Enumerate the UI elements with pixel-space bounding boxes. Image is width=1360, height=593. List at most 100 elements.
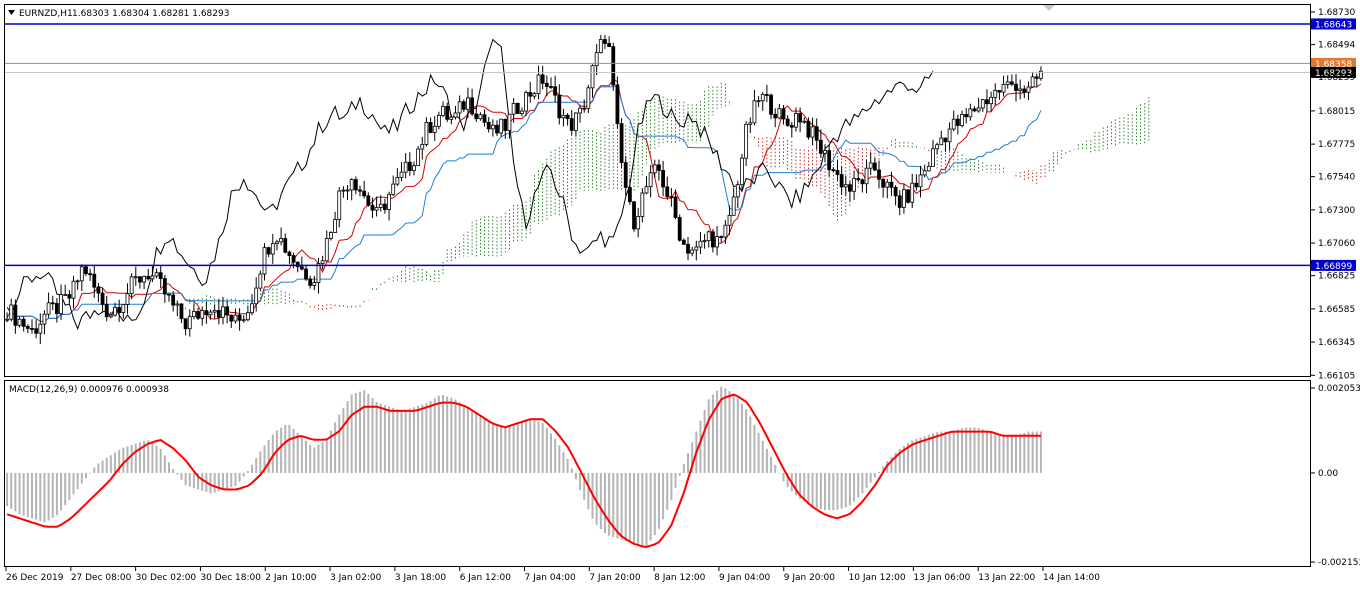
candle-body [540,74,545,84]
macd-histogram-bar [475,413,478,473]
price-tick-label: 1.68259 [1318,73,1355,83]
candle-body [208,311,213,316]
candle-body [308,278,313,286]
macd-histogram-bar [284,424,287,473]
macd-histogram-bar [47,472,50,521]
macd-histogram-bar [529,419,532,473]
candle-body [1018,88,1023,91]
candle-body [17,318,22,326]
macd-histogram-bar [259,451,262,473]
candle-body [536,74,541,94]
macd-histogram-bar [421,404,424,473]
candle-body [333,219,337,233]
macd-histogram-bar [961,428,964,473]
macd-histogram-bar [574,472,577,480]
macd-histogram-bar [520,421,523,473]
candle-body [212,310,217,313]
candle-body [511,102,516,115]
candle-body [860,179,865,185]
macd-histogram-bar [64,472,67,506]
time-tick-label: 8 Jan 12:00 [654,573,706,583]
macd-histogram-bar [255,458,258,473]
candle-body [270,243,275,255]
time-tick-label: 9 Jan 04:00 [719,573,771,583]
macd-histogram-bar [666,472,669,510]
candle-body [196,311,200,319]
candle-body [142,275,146,283]
candle-body [345,189,350,192]
macd-histogram-bar [105,457,108,473]
macd-histogram-bar [724,388,727,473]
price-tick-label: 1.66585 [1318,305,1355,315]
candle-body [939,137,944,146]
time-tick-label: 3 Jan 02:00 [330,573,382,583]
macd-pane[interactable] [4,380,1311,567]
macd-histogram-bar [404,409,407,473]
candle-body [748,122,753,125]
macd-histogram-bar [14,472,17,512]
candle-body [466,97,470,110]
macd-histogram-bar [84,472,87,479]
candle-body [403,161,408,173]
candle-body [565,114,570,120]
candle-body [677,217,682,241]
macd-histogram-bar [740,403,743,473]
macd-histogram-bar [309,444,312,473]
time-tick-label: 2 Jan 10:00 [265,573,317,583]
macd-histogram-bar [716,390,719,473]
macd-histogram-bar [238,472,241,482]
candle-body [441,106,445,116]
candle-body [976,107,981,112]
candle-body [611,46,616,86]
candle-body [374,207,379,211]
candle-body [989,96,993,105]
candle-body [943,137,948,143]
macd-histogram-bar [948,431,951,473]
time-tick-label: 9 Jan 20:00 [784,573,836,583]
macd-histogram-bar [6,472,9,507]
candle-body [490,124,495,130]
candle-body [183,318,188,330]
macd-histogram-bar [707,399,710,473]
macd-histogram-bar [267,439,270,473]
macd-histogram-bar [234,472,237,486]
candle-body [706,231,711,241]
candle-body [250,303,254,314]
macd-histogram-bar [861,472,864,494]
candle-body [698,240,703,248]
candle-body [125,293,130,305]
candle-body [424,122,429,145]
macd-histogram-bar [280,427,283,473]
candle-body [665,186,670,198]
candle-body [229,314,234,322]
candle-body [582,107,587,110]
candle-body [391,183,396,195]
candle-body [528,91,533,97]
macd-histogram-bar [931,433,934,473]
candle-body [362,190,367,197]
candle-body [38,323,43,334]
candle-body [735,184,740,198]
macd-histogram-bar [1039,431,1042,473]
candle-body [960,113,964,126]
macd-histogram-bar [753,424,756,473]
candle-body [756,100,761,103]
candle-body [503,118,508,131]
macd-histogram-bar [230,472,233,488]
macd-histogram-bar [317,444,320,473]
candle-body [258,273,263,289]
candle-body [1001,83,1006,93]
macd-histogram-bar [168,462,171,473]
macd-histogram-bar [138,442,141,473]
macd-histogram-bar [321,442,324,473]
macd-histogram-bar [159,448,162,473]
candle-body [341,189,346,192]
candle-body [171,294,176,306]
candle-body [764,94,769,96]
macd-histogram-bar [334,422,337,473]
candle-body [997,89,1002,93]
macd-histogram-bar [865,472,868,489]
macd-histogram-bar [354,392,357,473]
macd-histogram-bar [396,409,399,473]
candle-body [686,243,690,254]
